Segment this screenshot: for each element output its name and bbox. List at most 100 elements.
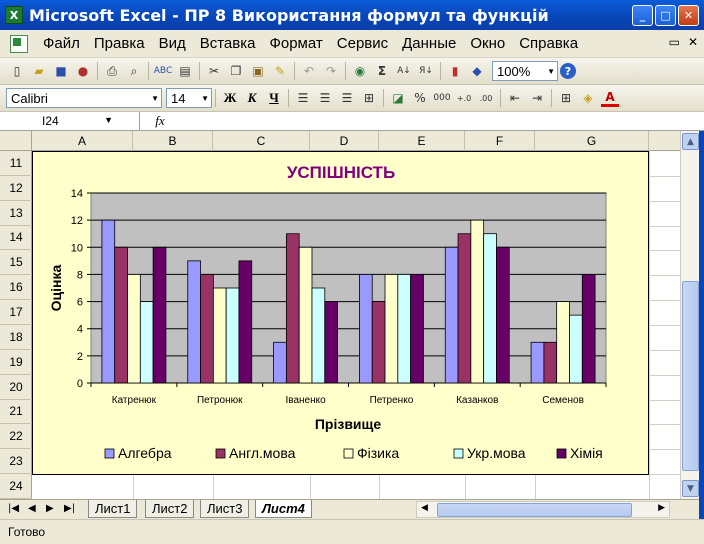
row-header-15[interactable]: 15 — [0, 250, 32, 276]
thousands-button[interactable]: 000 — [433, 89, 451, 107]
menu-tools[interactable]: Сервис — [330, 35, 395, 52]
maximize-button[interactable]: □ — [655, 5, 676, 26]
doc-close-icon[interactable]: ✕ — [688, 35, 698, 49]
next-sheet-icon[interactable]: ▶ — [46, 503, 54, 514]
bar-1-1 — [101, 219, 116, 384]
research-icon[interactable]: ▤ — [176, 62, 194, 80]
decrease-decimal-icon[interactable]: .00 — [477, 89, 495, 107]
currency-icon[interactable]: ◪ — [389, 89, 407, 107]
column-header-a[interactable]: A — [32, 131, 133, 151]
menu-window[interactable]: Окно — [463, 35, 512, 52]
column-header-c[interactable]: C — [213, 131, 310, 151]
percent-button[interactable]: % — [411, 89, 429, 107]
scroll-up-button[interactable]: ▲ — [682, 133, 699, 150]
vertical-scroll-thumb[interactable] — [682, 281, 699, 471]
name-box[interactable]: I24 ▼ — [0, 112, 140, 130]
prev-sheet-icon[interactable]: ◀ — [28, 503, 36, 514]
underline-button[interactable]: Ч — [263, 90, 285, 106]
menu-view[interactable]: Вид — [152, 35, 193, 52]
copy-icon[interactable]: ❐ — [227, 62, 245, 80]
column-header-e[interactable]: E — [379, 131, 465, 151]
row-header-14[interactable]: 14 — [0, 226, 32, 251]
minimize-button[interactable]: _ — [632, 5, 653, 26]
merge-center-icon[interactable]: ⊞ — [360, 89, 378, 107]
menu-edit[interactable]: Правка — [87, 35, 152, 52]
align-center-icon[interactable]: ☰ — [316, 89, 334, 107]
first-sheet-icon[interactable]: |◀ — [8, 503, 19, 514]
menu-format[interactable]: Формат — [262, 35, 329, 52]
close-button[interactable]: ✕ — [678, 5, 699, 26]
undo-icon[interactable]: ↶ — [300, 62, 318, 80]
row-header-19[interactable]: 19 — [0, 350, 32, 375]
row-header-12[interactable]: 12 — [0, 176, 32, 201]
open-icon[interactable]: ▰ — [30, 62, 48, 80]
last-sheet-icon[interactable]: ▶| — [64, 503, 75, 514]
scroll-down-button[interactable]: ▼ — [682, 480, 699, 497]
format-painter-icon[interactable]: ✎ — [271, 62, 289, 80]
scroll-left-icon[interactable]: ◀ — [421, 503, 428, 513]
embedded-chart[interactable]: УСПІШНІСТЬ 0 2 4 6 8 10 12 14 Катренюк Петронюк Іва… — [32, 151, 649, 475]
zoom-combo[interactable]: 100% ▼ — [492, 61, 558, 81]
sheet-tab-4[interactable]: Лист4 — [255, 500, 312, 518]
sort-ascending-icon[interactable]: A↓ — [395, 62, 413, 80]
font-color-icon[interactable]: A — [601, 89, 619, 107]
menu-insert[interactable]: Вставка — [193, 35, 263, 52]
sheet-tab-1[interactable]: Лист1 — [88, 500, 138, 518]
new-icon[interactable]: ▯ — [8, 62, 26, 80]
row-header-17[interactable]: 17 — [0, 300, 32, 325]
drawing-icon[interactable]: ◆ — [468, 62, 486, 80]
row-header-16[interactable]: 16 — [0, 275, 32, 301]
menu-help[interactable]: Справка — [512, 35, 585, 52]
column-header-b[interactable]: B — [133, 131, 213, 151]
permission-icon[interactable]: ● — [74, 62, 92, 80]
row-header-21[interactable]: 21 — [0, 400, 32, 425]
paste-icon[interactable]: ▣ — [249, 62, 267, 80]
spelling-icon[interactable]: ABC — [154, 62, 172, 80]
hyperlink-icon[interactable]: ◉ — [351, 62, 369, 80]
sheet-tab-2[interactable]: Лист2 — [145, 500, 195, 518]
sort-descending-icon[interactable]: Я↓ — [417, 62, 435, 80]
select-all-corner[interactable] — [0, 131, 32, 151]
doc-restore-icon[interactable]: ▭ — [669, 35, 680, 49]
italic-button[interactable]: К — [241, 90, 263, 106]
cut-icon[interactable]: ✂ — [205, 62, 223, 80]
font-combo[interactable]: Calibri ▼ — [6, 88, 162, 108]
workbook-icon[interactable] — [10, 34, 28, 53]
bold-button[interactable]: Ж — [219, 90, 241, 106]
align-left-icon[interactable]: ☰ — [294, 89, 312, 107]
fill-color-icon[interactable]: ◈ — [579, 89, 597, 107]
sheet-tab-3[interactable]: Лист3 — [200, 500, 250, 518]
borders-icon[interactable]: ⊞ — [557, 89, 575, 107]
scroll-right-icon[interactable]: ▶ — [658, 503, 665, 513]
increase-indent-icon[interactable]: ⇥ — [528, 89, 546, 107]
row-header-18[interactable]: 18 — [0, 325, 32, 350]
row-header-20[interactable]: 20 — [0, 375, 32, 400]
decrease-indent-icon[interactable]: ⇤ — [506, 89, 524, 107]
horizontal-scrollbar[interactable]: ◀ ▶ — [416, 501, 670, 518]
column-header-g[interactable]: G — [535, 131, 649, 151]
row-header-13[interactable]: 13 — [0, 201, 32, 226]
column-header-f[interactable]: F — [465, 131, 535, 151]
redo-icon[interactable]: ↷ — [322, 62, 340, 80]
row-header-22[interactable]: 22 — [0, 424, 32, 450]
font-size-combo[interactable]: 14 ▼ — [166, 88, 212, 108]
vertical-scrollbar[interactable]: ▲ ▼ — [680, 131, 699, 499]
insert-function-icon[interactable]: fx — [140, 113, 180, 129]
menu-file[interactable]: Файл — [36, 35, 87, 52]
formula-input[interactable] — [180, 112, 704, 130]
autosum-icon[interactable]: Σ — [373, 62, 391, 80]
align-right-icon[interactable]: ☰ — [338, 89, 356, 107]
row-header-23[interactable]: 23 — [0, 449, 32, 475]
column-header-d[interactable]: D — [310, 131, 379, 151]
row-header-11[interactable]: 11 — [0, 151, 32, 176]
horizontal-scroll-thumb[interactable] — [437, 503, 632, 517]
excel-app-icon[interactable]: X — [5, 6, 23, 24]
save-icon[interactable]: ■ — [52, 62, 70, 80]
menu-data[interactable]: Данные — [395, 35, 463, 52]
row-header-24[interactable]: 24 — [0, 474, 32, 499]
print-icon[interactable]: ⎙ — [103, 62, 121, 80]
increase-decimal-icon[interactable]: +.0 — [455, 89, 473, 107]
help-icon[interactable]: ? — [560, 63, 576, 79]
print-preview-icon[interactable]: ⌕ — [125, 62, 143, 80]
chart-wizard-icon[interactable]: ▮ — [446, 62, 464, 80]
